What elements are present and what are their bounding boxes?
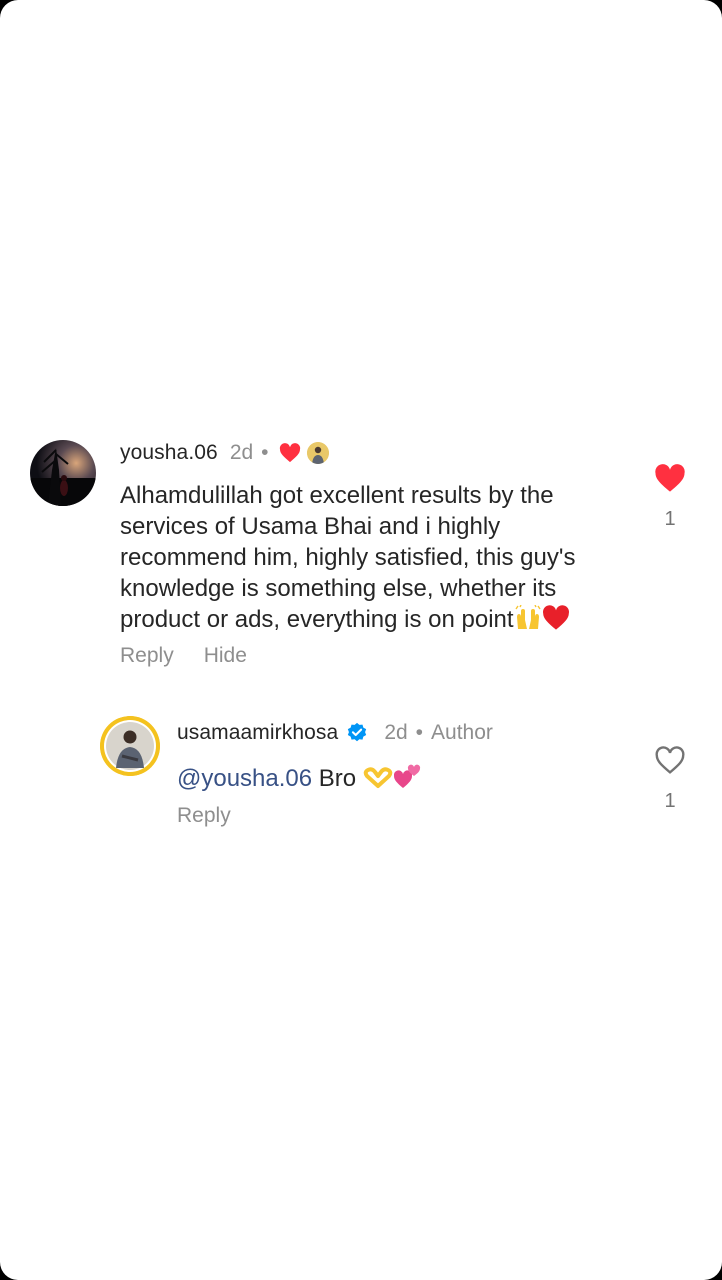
like-column: 1 xyxy=(650,464,690,531)
raised-hands-emoji xyxy=(514,605,542,631)
avatar[interactable] xyxy=(100,716,160,776)
like-column: 1 xyxy=(650,746,690,813)
comment-actions: Reply Hide xyxy=(120,644,277,668)
two-hearts-emoji xyxy=(393,762,423,790)
comment-body: Bro xyxy=(312,765,363,792)
timestamp: 2d xyxy=(384,721,408,744)
heart-outline-icon[interactable] xyxy=(654,746,686,780)
reply-button[interactable]: Reply xyxy=(177,804,231,828)
like-count: 1 xyxy=(664,790,676,812)
comment-meta: yousha.06 2d • xyxy=(120,438,329,468)
heart-hands-emoji xyxy=(363,766,393,790)
username[interactable]: usamaamirkhosa xyxy=(177,721,338,745)
like-count: 1 xyxy=(664,508,676,530)
verified-badge-icon xyxy=(346,722,368,744)
red-heart-emoji xyxy=(542,605,570,631)
comment-body: Alhamdulillah got excellent results by t… xyxy=(120,482,576,633)
author-label: Author xyxy=(431,721,493,744)
comment-text: Alhamdulillah got excellent results by t… xyxy=(120,480,620,635)
reply-button[interactable]: Reply xyxy=(120,644,174,668)
username[interactable]: yousha.06 xyxy=(120,441,218,465)
comment-text: @yousha.06 Bro xyxy=(177,762,597,794)
hide-button[interactable]: Hide xyxy=(204,644,247,668)
avatar[interactable] xyxy=(30,440,96,506)
mention-link[interactable]: @yousha.06 xyxy=(177,765,312,792)
comments-screen: yousha.06 2d • Alhamdulillah got excelle… xyxy=(0,0,722,1280)
comment-actions: Reply xyxy=(177,804,261,828)
separator-dot: • xyxy=(415,721,424,744)
author-mini-avatar xyxy=(306,442,329,464)
timestamp: 2d xyxy=(229,441,254,464)
separator-dot: • xyxy=(261,441,269,464)
comment-meta: usamaamirkhosa 2d • Author xyxy=(177,718,493,748)
heart-filled-icon[interactable] xyxy=(654,464,686,498)
liked-by-author-heart-icon xyxy=(279,443,301,463)
